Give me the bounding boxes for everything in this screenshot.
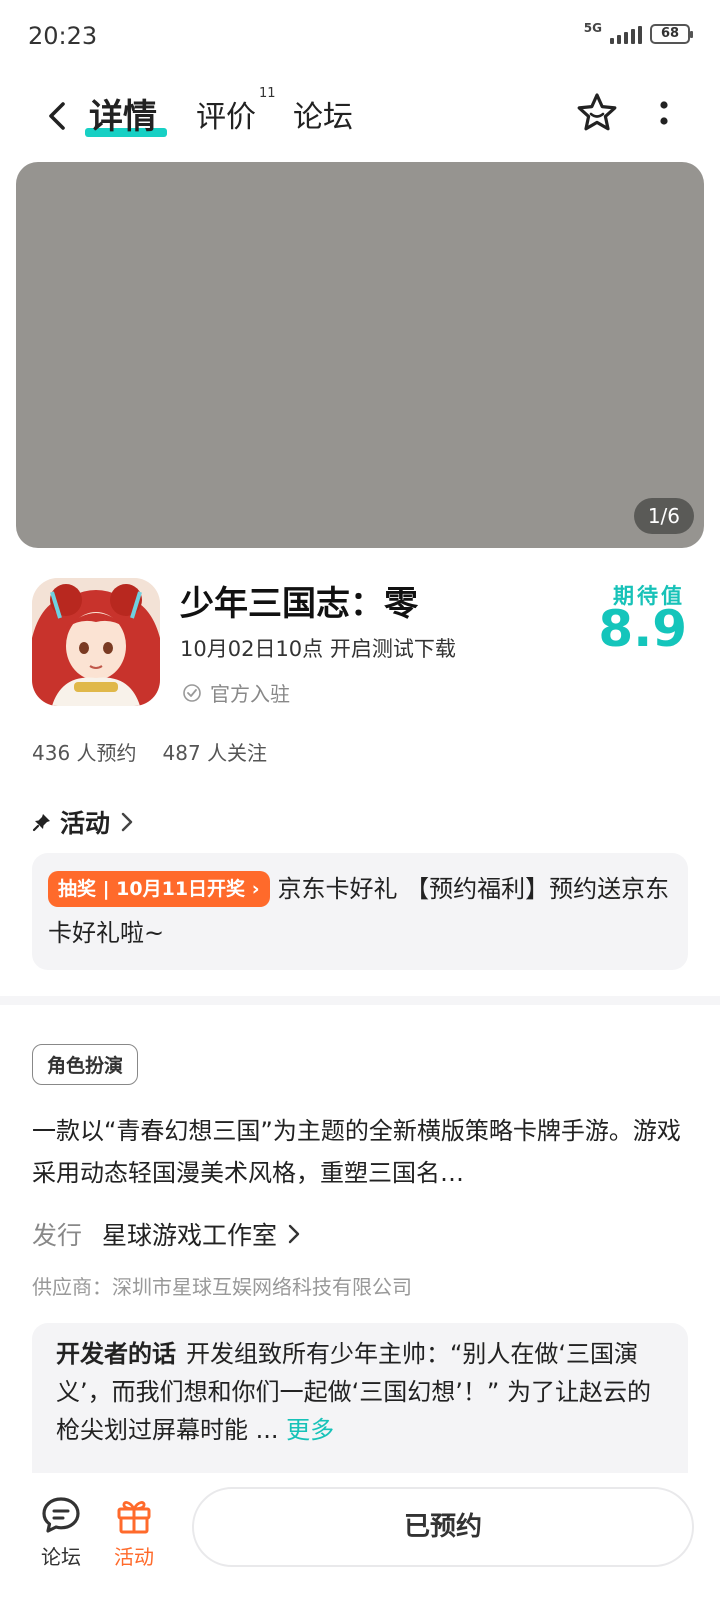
bottom-action-bar: 论坛 活动 已预约 bbox=[0, 1473, 720, 1612]
game-title: 少年三国志：零 bbox=[180, 584, 418, 624]
publisher-label: 发行 bbox=[32, 1221, 83, 1250]
tab-reviews[interactable]: 评价 bbox=[196, 92, 256, 136]
genre-tag[interactable]: 角色扮演 bbox=[32, 1044, 139, 1085]
bottom-nav-activity-label: 活动 bbox=[114, 1545, 154, 1569]
section-divider bbox=[0, 996, 720, 1005]
bottom-nav-forum-label: 论坛 bbox=[41, 1545, 81, 1569]
favorite-star-icon[interactable] bbox=[574, 90, 620, 136]
signal-icon bbox=[610, 24, 642, 44]
network-type: 5G bbox=[583, 21, 602, 35]
forum-chat-icon bbox=[42, 1497, 80, 1533]
reviews-count-badge: 11 bbox=[259, 86, 276, 101]
chevron-right-icon bbox=[288, 1224, 300, 1244]
chevron-right-icon bbox=[121, 812, 133, 832]
top-nav-bar: 详情 评价 11 论坛 bbox=[0, 78, 720, 158]
game-description[interactable]: 一款以“青春幻想三国”为主题的全新横版策略卡牌手游。游戏采用动态轻国漫美术风格，… bbox=[32, 1110, 692, 1194]
back-arrow-icon[interactable] bbox=[38, 96, 78, 136]
follow-count: 487 人关注 bbox=[162, 741, 268, 765]
more-link[interactable]: 更多 bbox=[286, 1416, 334, 1444]
bottom-nav-forum[interactable]: 论坛 bbox=[31, 1493, 91, 1570]
game-stats: 436 人预约 487 人关注 bbox=[32, 737, 267, 766]
bottom-nav-activity[interactable]: 活动 bbox=[104, 1493, 164, 1570]
official-badge: 官方入驻 bbox=[182, 678, 290, 707]
reservation-count: 436 人预约 bbox=[32, 741, 137, 765]
chevron-right-icon: › bbox=[251, 878, 260, 900]
tab-forum[interactable]: 论坛 bbox=[293, 92, 353, 136]
activity-section-header[interactable]: 活动 bbox=[32, 804, 136, 840]
reserved-button[interactable]: 已预约 bbox=[192, 1487, 694, 1567]
banner-page-counter: 1/6 bbox=[633, 498, 694, 534]
status-bar: 20:23 5G 68 bbox=[0, 0, 720, 78]
activity-header-label: 活动 bbox=[60, 809, 111, 838]
lottery-badge: 抽奖 | 10月11日开奖 › bbox=[48, 871, 270, 907]
pin-icon bbox=[32, 814, 50, 832]
gift-icon bbox=[117, 1501, 151, 1534]
publisher-row[interactable]: 发行 星球游戏工作室 bbox=[32, 1216, 303, 1252]
supplier-info: 供应商：深圳市星球互娱网络科技有限公司 bbox=[32, 1275, 412, 1299]
publisher-name: 星球游戏工作室 bbox=[102, 1221, 278, 1250]
battery-icon: 68 bbox=[650, 24, 693, 44]
activity-card[interactable]: 抽奖 | 10月11日开奖 › 京东卡好礼 【预约福利】预约送京东卡好礼啦~ bbox=[32, 853, 688, 970]
test-date: 10月02日10点 开启测试下载 bbox=[180, 637, 456, 661]
media-banner[interactable]: 1/6 bbox=[16, 162, 704, 548]
official-label: 官方入驻 bbox=[210, 682, 290, 706]
developer-note-card[interactable]: 开发者的话 开发组致所有少年主帅：“别人在做‘三国演义’，而我们想和你们一起做‘三… bbox=[32, 1323, 688, 1473]
game-app-icon bbox=[32, 578, 160, 706]
more-menu-icon[interactable] bbox=[650, 96, 678, 132]
verified-check-icon bbox=[183, 683, 201, 702]
tab-details[interactable]: 详情 bbox=[89, 89, 157, 138]
status-indicators: 5G 68 bbox=[583, 21, 693, 44]
developer-note-label: 开发者的话 bbox=[56, 1340, 176, 1368]
status-time: 20:23 bbox=[28, 22, 98, 50]
expectation-score: 8.9 bbox=[598, 600, 687, 658]
